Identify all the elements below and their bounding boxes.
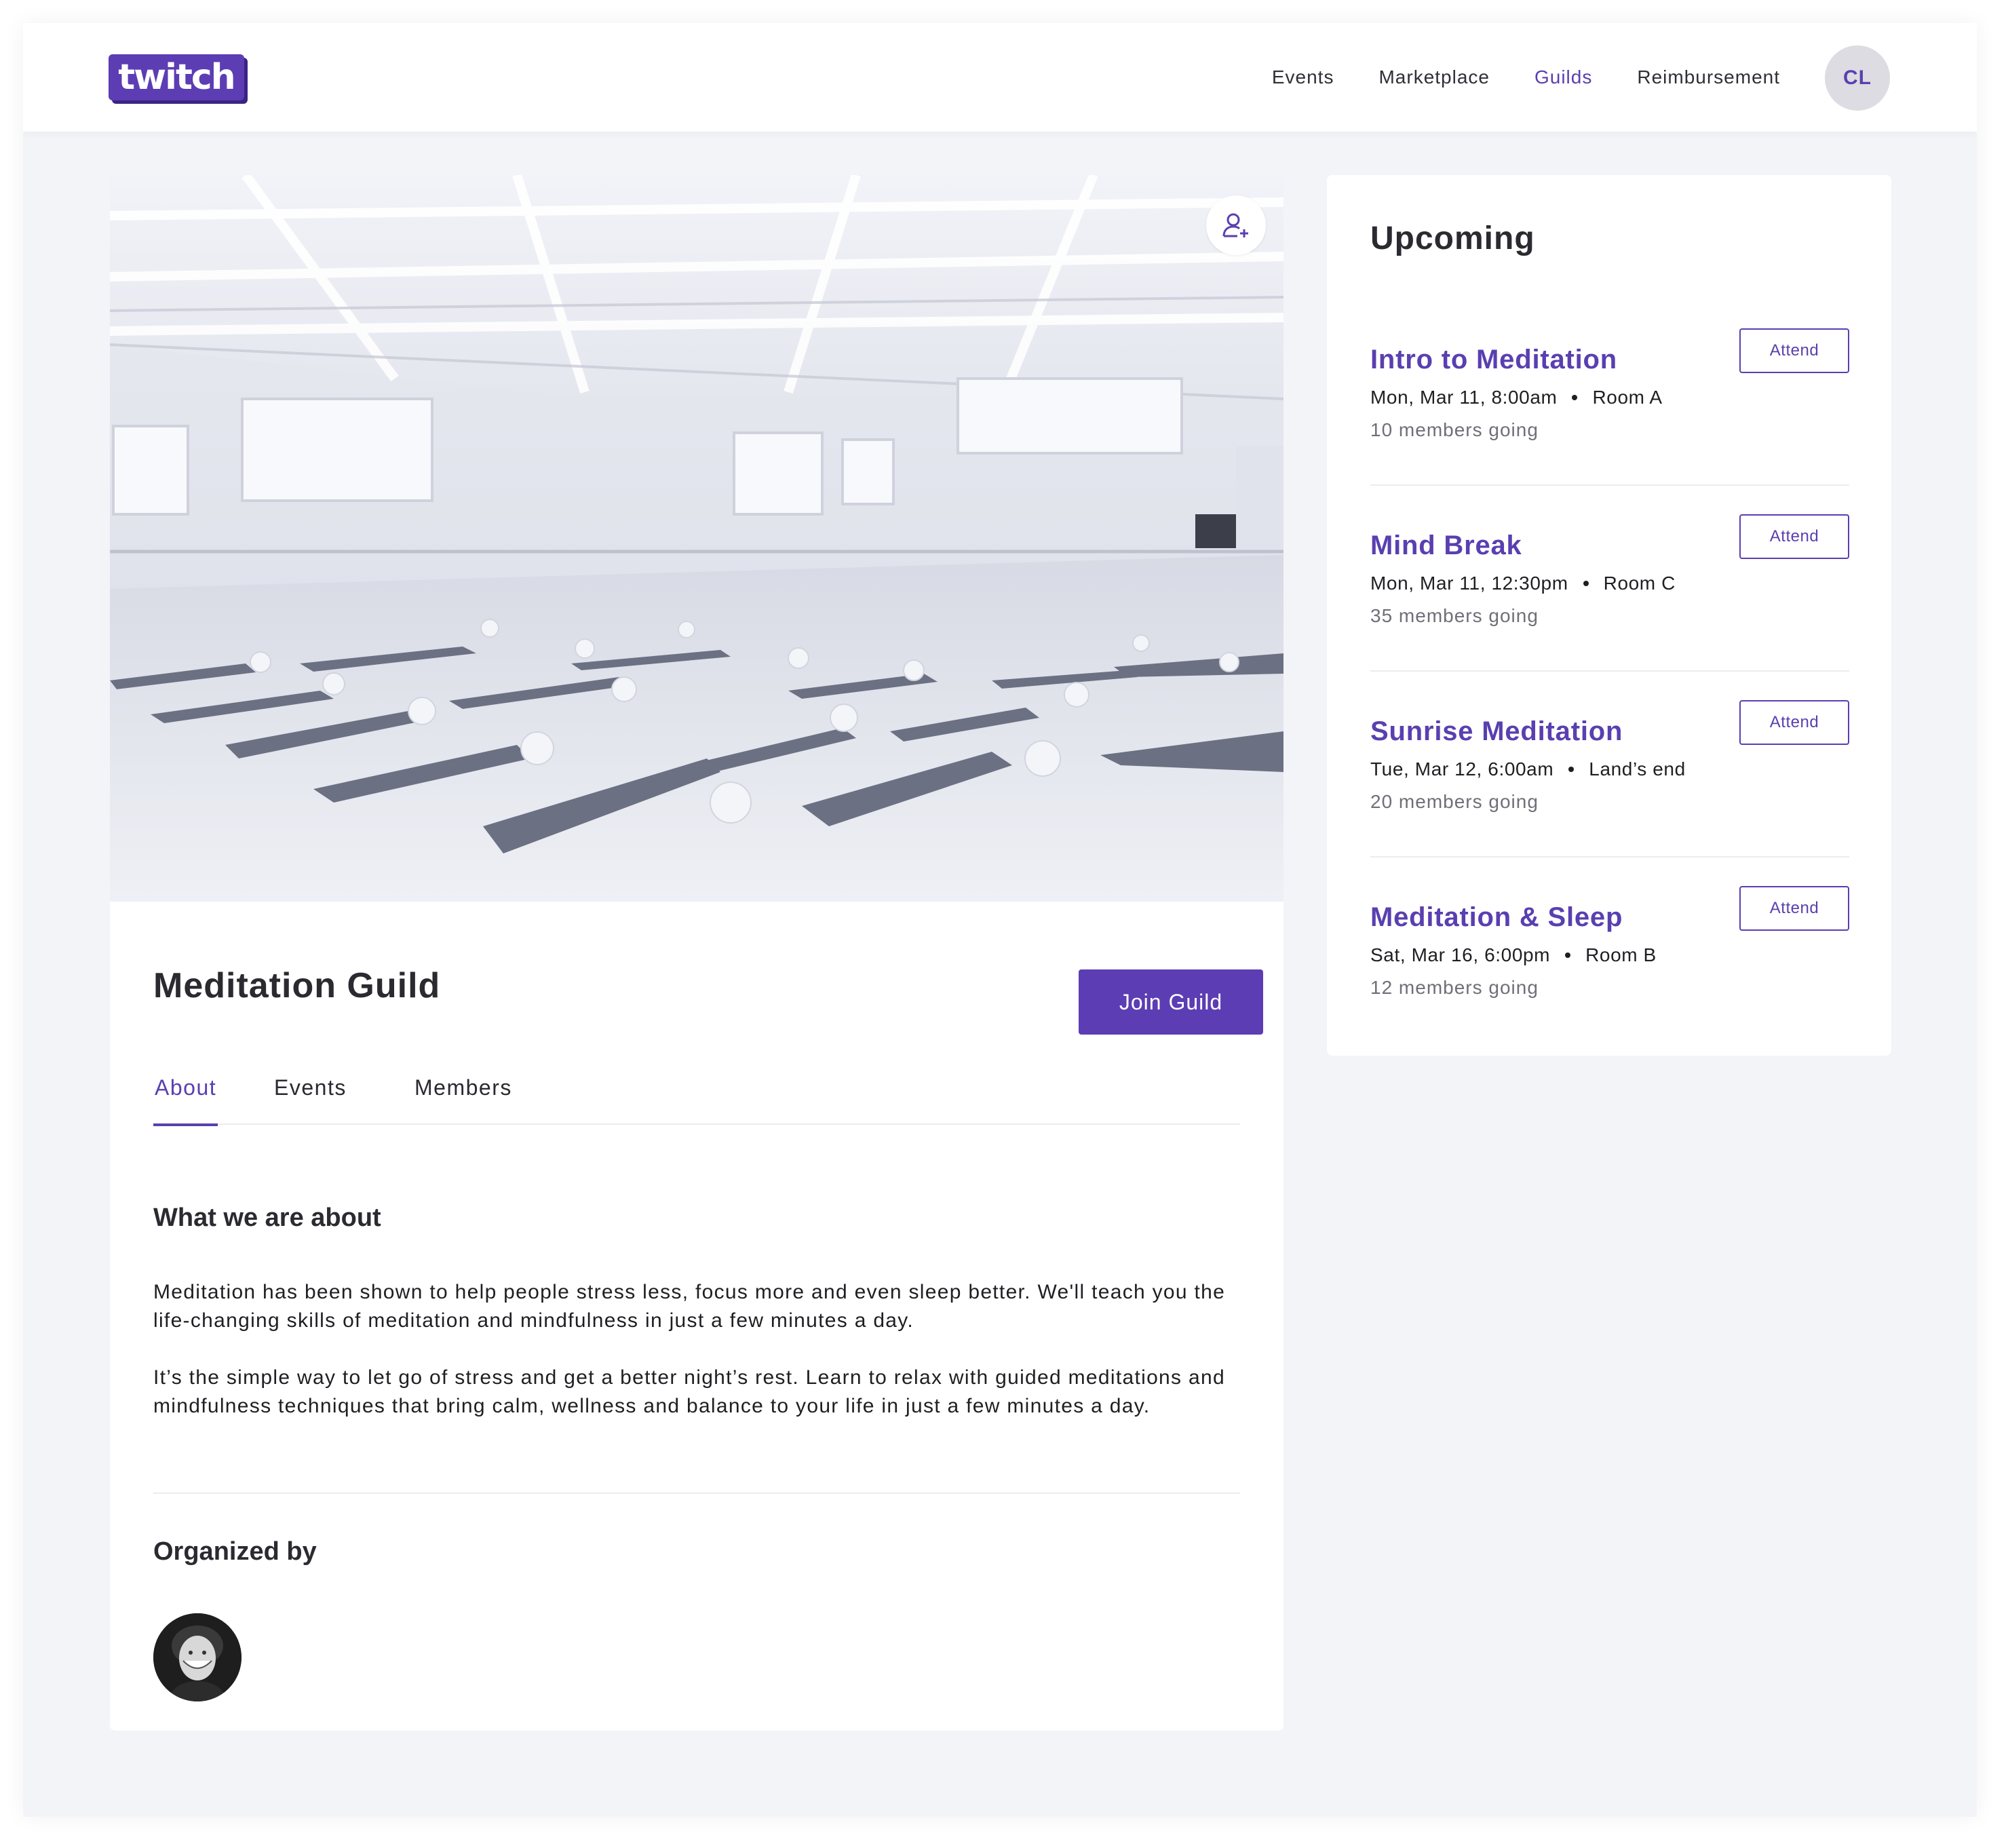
event-title[interactable]: Sunrise Meditation — [1370, 716, 1623, 747]
organized-by-heading: Organized by — [153, 1537, 317, 1566]
attend-button[interactable]: Attend — [1739, 328, 1849, 373]
organizer-avatar[interactable] — [153, 1613, 242, 1701]
upcoming-events-card: Upcoming Intro to Meditation Mon, Mar 11… — [1327, 175, 1891, 1056]
event-meta: Mon, Mar 11, 8:00am Room A — [1370, 387, 1663, 408]
event-attendee-count: 10 members going — [1370, 419, 1539, 440]
separator-dot — [1583, 581, 1589, 586]
attend-button[interactable]: Attend — [1739, 886, 1849, 931]
event-divider — [1370, 484, 1849, 486]
event-time: Sat, Mar 16, 6:00pm — [1370, 944, 1551, 965]
event-location: Land’s end — [1589, 758, 1686, 779]
nav-item-marketplace[interactable]: Marketplace — [1378, 66, 1490, 88]
event-title[interactable]: Intro to Meditation — [1370, 345, 1617, 375]
separator-dot — [1572, 395, 1578, 400]
app-window: twitch Events Marketplace Guilds Reimbur… — [23, 23, 1977, 1817]
event-time: Mon, Mar 11, 8:00am — [1370, 387, 1558, 408]
event-location: Room A — [1592, 387, 1663, 408]
event-divider — [1370, 670, 1849, 672]
tab-events[interactable]: Events — [274, 1050, 347, 1125]
twitch-logo[interactable]: twitch — [109, 54, 244, 100]
event-time: Mon, Mar 11, 12:30pm — [1370, 573, 1568, 594]
organizer-photo — [153, 1613, 242, 1701]
nav-item-reimbursement[interactable]: Reimbursement — [1637, 66, 1780, 88]
guild-card: Meditation Guild Join Guild About Events… — [110, 175, 1283, 1731]
yoga-studio-photo — [110, 175, 1283, 902]
event-location: Room B — [1585, 944, 1657, 965]
event-meta: Sat, Mar 16, 6:00pm Room B — [1370, 944, 1657, 966]
event-title[interactable]: Mind Break — [1370, 531, 1522, 561]
event-meta: Mon, Mar 11, 12:30pm Room C — [1370, 573, 1676, 594]
guild-title: Meditation Guild — [153, 966, 441, 1005]
event-location: Room C — [1603, 573, 1676, 594]
event-item: Sunrise Meditation Tue, Mar 12, 6:00am L… — [1370, 700, 1849, 902]
event-item: Mind Break Mon, Mar 11, 12:30pm Room C 3… — [1370, 514, 1849, 716]
guild-tabs: About Events Members — [153, 1050, 1240, 1126]
logo-text: twitch — [118, 57, 235, 98]
attend-button[interactable]: Attend — [1739, 514, 1849, 559]
about-heading: What we are about — [153, 1204, 381, 1232]
event-time: Tue, Mar 12, 6:00am — [1370, 758, 1554, 779]
attend-button[interactable]: Attend — [1739, 700, 1849, 745]
upcoming-title: Upcoming — [1370, 220, 1535, 256]
user-plus-icon — [1222, 213, 1248, 237]
event-attendee-count: 20 members going — [1370, 791, 1539, 812]
about-paragraph-2: It’s the simple way to let go of stress … — [153, 1366, 1225, 1417]
main-nav: Events Marketplace Guilds Reimbursement — [1272, 23, 1780, 132]
event-meta: Tue, Mar 12, 6:00am Land’s end — [1370, 758, 1686, 780]
separator-dot — [1568, 767, 1575, 772]
section-divider — [153, 1493, 1240, 1494]
nav-item-guilds[interactable]: Guilds — [1534, 66, 1592, 88]
event-attendee-count: 35 members going — [1370, 605, 1539, 626]
join-guild-button[interactable]: Join Guild — [1079, 969, 1263, 1035]
event-divider — [1370, 856, 1849, 858]
user-avatar[interactable]: CL — [1825, 45, 1890, 111]
event-item: Intro to Meditation Mon, Mar 11, 8:00am … — [1370, 328, 1849, 531]
follow-guild-button[interactable] — [1206, 195, 1266, 255]
nav-item-events[interactable]: Events — [1272, 66, 1334, 88]
event-item: Meditation & Sleep Sat, Mar 16, 6:00pm R… — [1370, 886, 1849, 1088]
event-title[interactable]: Meditation & Sleep — [1370, 902, 1623, 933]
about-paragraph-1: Meditation has been shown to help people… — [153, 1281, 1226, 1332]
event-attendee-count: 12 members going — [1370, 977, 1539, 998]
top-navigation-bar: twitch Events Marketplace Guilds Reimbur… — [23, 23, 1977, 132]
tab-about[interactable]: About — [153, 1050, 218, 1126]
tab-members[interactable]: Members — [414, 1050, 512, 1125]
guild-cover-image — [110, 175, 1283, 902]
separator-dot — [1565, 952, 1571, 958]
